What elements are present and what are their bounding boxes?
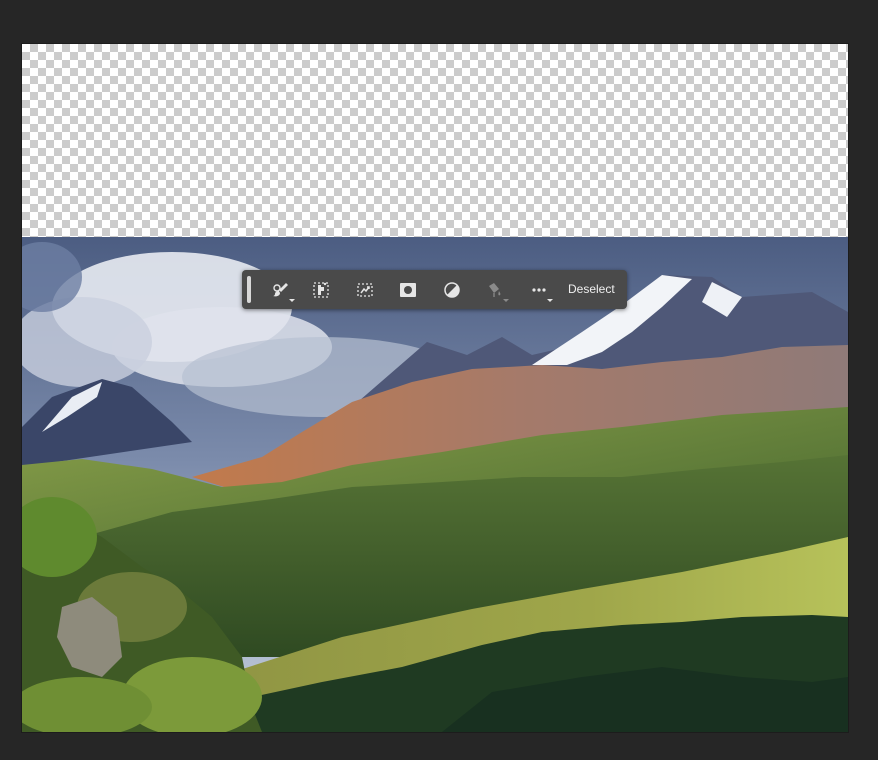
deselect-button[interactable]: Deselect bbox=[568, 281, 615, 297]
chevron-down-icon bbox=[289, 299, 295, 302]
adjustment-layer-button[interactable] bbox=[438, 277, 466, 302]
fill-icon bbox=[485, 280, 505, 300]
transform-selection-button[interactable] bbox=[351, 277, 379, 302]
chevron-down-icon bbox=[547, 299, 553, 302]
adjustment-layer-icon bbox=[442, 280, 462, 300]
chevron-down-icon bbox=[503, 299, 509, 302]
fill-button[interactable] bbox=[481, 277, 509, 302]
select-subject-icon bbox=[311, 280, 331, 300]
transparent-canvas-area[interactable] bbox=[22, 44, 848, 237]
brush-mask-button[interactable] bbox=[267, 277, 295, 302]
document-canvas[interactable] bbox=[22, 44, 848, 732]
brush-mask-icon bbox=[271, 280, 291, 300]
create-mask-button[interactable] bbox=[394, 277, 422, 302]
contextual-task-bar: Deselect bbox=[242, 270, 627, 309]
drag-handle[interactable] bbox=[247, 276, 251, 303]
more-options-button[interactable] bbox=[525, 277, 553, 302]
create-mask-icon bbox=[398, 280, 418, 300]
mountain-landscape-photo[interactable] bbox=[22, 237, 848, 732]
transform-selection-icon bbox=[355, 280, 375, 300]
more-options-icon bbox=[529, 280, 549, 300]
select-subject-button[interactable] bbox=[307, 277, 335, 302]
